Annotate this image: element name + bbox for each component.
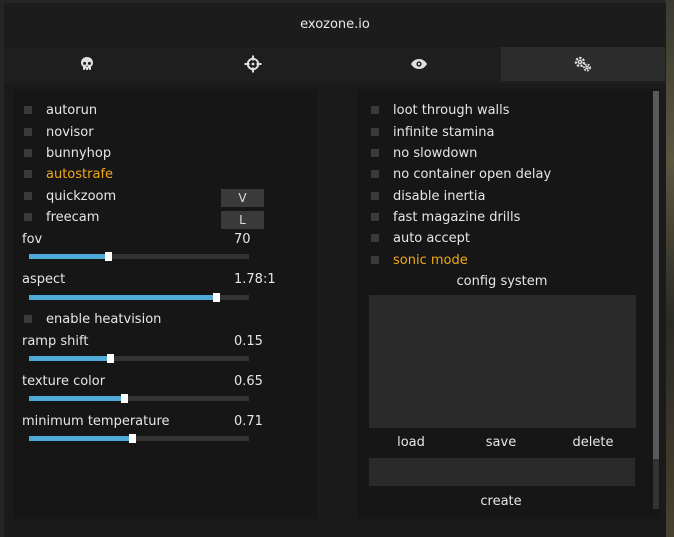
skull-icon [81,57,93,70]
slider-handle[interactable] [105,252,113,261]
config-system-title: config system [456,274,548,289]
toggle-label: fast magazine drills [393,209,521,225]
checkbox[interactable] [24,128,32,136]
toggle-label: quickzoom [46,188,117,204]
min-temp-slider[interactable] [29,434,249,443]
checkbox[interactable] [371,256,379,264]
toggle-novisor[interactable]: novisor [24,123,94,141]
toggle-label: disable inertia [393,188,486,204]
toggle-autostrafe[interactable]: autostrafe [24,165,113,183]
background-game [665,0,674,537]
toggle-no-slowdown[interactable]: no slowdown [371,144,477,162]
toggle-disable-inertia[interactable]: disable inertia [371,187,485,205]
toggle-bunnyhop[interactable]: bunnyhop [24,144,111,162]
ramp-shift-value: 0.15 [234,334,263,349]
slider-handle[interactable] [129,434,137,443]
toggle-label: auto accept [393,230,470,246]
checkbox[interactable] [371,128,379,136]
toggle-label: infinite stamina [393,124,495,140]
gears-icon [574,56,591,72]
tab-combat[interactable] [4,47,170,81]
toggle-loot-through-walls[interactable]: loot through walls [371,101,510,119]
checkbox[interactable] [371,170,379,178]
toggle-freecam[interactable]: freecam [24,208,99,226]
left-panel: autorun novisor bunnyhop autostrafe quic… [13,89,317,519]
texture-color-value: 0.65 [234,374,263,389]
toggle-label: autostrafe [46,166,114,182]
slider-fill [29,356,111,361]
delete-button[interactable]: delete [561,435,625,450]
toggle-label: bunnyhop [46,145,112,161]
checkbox[interactable] [371,106,379,114]
tab-bar [4,47,666,84]
checkbox[interactable] [24,213,32,221]
load-button[interactable]: load [379,435,443,450]
window-title: exozone.io [4,3,666,45]
slider-handle[interactable] [213,293,220,302]
toggle-fast-magazine-drills[interactable]: fast magazine drills [371,208,520,226]
create-button[interactable]: create [469,494,533,509]
checkbox[interactable] [24,315,32,323]
toggle-label: loot through walls [393,102,510,118]
fov-slider[interactable] [29,252,249,261]
checkbox[interactable] [24,192,32,200]
fov-value: 70 [234,232,251,247]
toggle-label: autorun [46,102,98,118]
crosshair-icon [244,55,262,73]
checkbox[interactable] [371,213,379,221]
config-name-input[interactable] [369,458,635,486]
ramp-shift-label: ramp shift [22,334,89,349]
toggle-label: novisor [46,124,94,140]
min-temp-value: 0.71 [234,414,263,429]
scrollbar-track[interactable] [653,91,659,509]
slider-fill [29,295,216,300]
min-temp-label: minimum temperature [22,414,170,429]
aspect-value: 1.78:1 [234,272,276,287]
toggle-auto-accept[interactable]: auto accept [371,229,470,247]
toggle-no-container-open-delay[interactable]: no container open delay [371,165,551,183]
cheat-menu-window: exozone.io autorun novisor bunnyhop auto… [4,3,666,537]
slider-fill [29,436,133,441]
slider-handle[interactable] [107,354,115,363]
eye-icon [411,59,427,69]
texture-color-slider[interactable] [29,394,249,403]
toggle-label: freecam [46,209,100,225]
aspect-slider[interactable] [29,293,249,302]
checkbox[interactable] [371,192,379,200]
save-button[interactable]: save [469,435,533,450]
checkbox[interactable] [24,149,32,157]
checkbox[interactable] [24,106,32,114]
toggle-infinite-stamina[interactable]: infinite stamina [371,123,494,141]
toggle-autorun[interactable]: autorun [24,101,97,119]
slider-fill [29,254,109,259]
config-list[interactable] [369,295,636,428]
toggle-label: sonic mode [393,252,468,268]
toggle-label: no container open delay [393,166,552,182]
freecam-keybind-button[interactable]: L [221,211,264,229]
right-panel: loot through walls infinite stamina no s… [357,89,660,519]
toggle-quickzoom[interactable]: quickzoom [24,187,116,205]
toggle-label: no slowdown [393,145,478,161]
aspect-label: aspect [22,272,66,287]
tab-settings[interactable] [501,47,665,81]
tab-visuals[interactable] [336,47,502,81]
ramp-shift-slider[interactable] [29,354,249,363]
toggle-heatvision[interactable]: enable heatvision [24,310,161,328]
slider-fill [29,396,124,401]
tab-aim[interactable] [170,47,336,81]
fov-label: fov [22,232,43,247]
texture-color-label: texture color [22,374,106,389]
toggle-sonic-mode[interactable]: sonic mode [371,251,468,269]
scrollbar-thumb[interactable] [653,91,659,459]
checkbox[interactable] [371,149,379,157]
toggle-label: enable heatvision [46,311,162,327]
checkbox[interactable] [371,234,379,242]
quickzoom-keybind-button[interactable]: V [221,189,264,207]
checkbox[interactable] [24,170,32,178]
slider-handle[interactable] [120,394,128,403]
